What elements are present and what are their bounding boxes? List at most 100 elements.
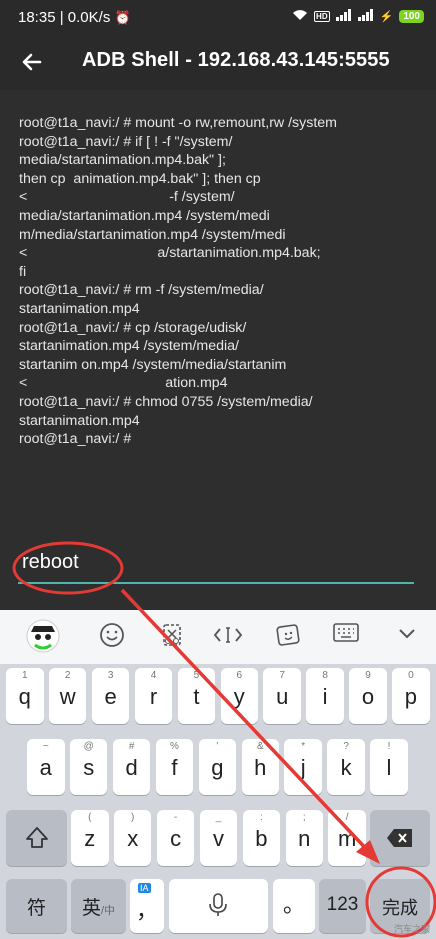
back-arrow-icon[interactable] (20, 50, 46, 74)
key-c[interactable]: -c (156, 810, 195, 866)
key-label: b (255, 826, 268, 851)
key-h[interactable]: & h (241, 739, 280, 795)
key-z[interactable]: (z (71, 810, 109, 866)
key-n[interactable]: ; n (285, 810, 324, 866)
key-label: s (83, 755, 95, 780)
key-label: n (298, 826, 311, 851)
key-hint: ' (216, 741, 219, 752)
key-hint: _ (215, 812, 222, 823)
key-hint: 1 (22, 670, 28, 681)
key-hint: 4 (150, 670, 157, 681)
network-speed: 0.0K/s (67, 9, 111, 26)
key-d[interactable]: # d (112, 739, 151, 795)
terminal-panel: root@t1a_navi:/ # mount -o rw,remount,rw… (0, 90, 436, 610)
collapse-keyboard-icon[interactable] (392, 622, 422, 652)
key-label: k (340, 755, 352, 780)
key-label: o (361, 684, 375, 709)
key-hint: / (345, 812, 349, 823)
key-label: w (59, 684, 76, 709)
avatar-sticker-icon[interactable] (25, 618, 61, 654)
key-hint: 3 (107, 670, 114, 681)
app-bar: ADB Shell - 192.168.43.145:5555 (0, 34, 436, 90)
status-time: 18:35 (18, 9, 56, 26)
period-key[interactable]: 。 (273, 879, 315, 933)
key-hint: ) (131, 812, 135, 823)
watermark: 汽车之家 (393, 924, 430, 934)
space-voice-key[interactable] (169, 879, 268, 933)
key-s[interactable]: @ s (69, 739, 108, 795)
key-g[interactable]: ' g (198, 739, 237, 795)
key-hint: 0 (408, 670, 414, 681)
page-title: ADB Shell - 192.168.43.145:5555 (82, 49, 390, 71)
numbers-key[interactable]: 123 (319, 879, 366, 933)
key-label: j (300, 755, 306, 780)
key-k[interactable]: ? k (327, 739, 365, 795)
signal-2-icon (357, 9, 374, 24)
shift-key[interactable] (6, 810, 67, 866)
key-y[interactable]: 6y (220, 668, 259, 724)
key-a[interactable]: ~ a (27, 739, 65, 795)
shift-icon (24, 825, 50, 856)
microphone-icon (207, 892, 229, 923)
key-label: e (104, 684, 117, 709)
key-hint: & (256, 741, 264, 752)
signal-icon (335, 9, 352, 24)
key-l[interactable]: ! l (370, 739, 408, 795)
key-label: l (386, 755, 392, 780)
command-input[interactable] (22, 551, 402, 574)
hd-icon: HD (314, 11, 330, 22)
alarm-icon: ⏰ (114, 10, 131, 25)
key-hint: 6 (236, 670, 243, 681)
key-i[interactable]: 8i (306, 668, 344, 724)
key-label: d (125, 755, 138, 780)
key-label: c (170, 826, 182, 851)
key-hint: % (170, 741, 179, 752)
key-j[interactable]: * j (284, 739, 322, 795)
key-b[interactable]: :b (242, 810, 281, 866)
key-m[interactable]: / m (328, 810, 366, 866)
comma-key[interactable]: IA ， (130, 879, 164, 933)
soft-keyboard: 1 q 2 w 3 e 4 r 5 t 6 y 7 u 8 i 9 o 0 p ~ a @ s # d% f ' g & h * j? k! l(z… (0, 610, 436, 939)
key-v[interactable]: _ v (199, 810, 238, 866)
key-hint: # (128, 741, 135, 752)
key-hint: 2 (64, 670, 71, 681)
key-hint: ? (343, 741, 349, 752)
key-p[interactable]: 0p (392, 668, 430, 724)
key-label: t (193, 684, 200, 709)
key-f[interactable]: % f (155, 739, 194, 795)
cursor-move-icon[interactable] (213, 622, 243, 652)
key-t[interactable]: 5t (177, 668, 216, 724)
key-label: m (338, 826, 357, 851)
charging-icon: ⚡ (379, 11, 394, 23)
key-label: f (171, 755, 178, 780)
backspace-key[interactable] (370, 810, 430, 866)
symbol-key[interactable]: 符 (6, 879, 67, 933)
key-e[interactable]: 3e (91, 668, 130, 724)
keyboard-toolbar (0, 610, 436, 664)
key-label: v (212, 826, 224, 851)
key-hint: @ (83, 741, 94, 752)
key-label: i (322, 684, 328, 709)
key-x[interactable]: ) x (113, 810, 152, 866)
key-hint: 9 (365, 670, 371, 681)
language-switch-key[interactable]: 英/中 (71, 879, 126, 933)
key-q[interactable]: 1q (6, 668, 44, 724)
sticker-icon[interactable] (274, 622, 304, 652)
key-r[interactable]: 4r (134, 668, 173, 724)
backspace-icon (385, 827, 415, 854)
key-o[interactable]: 9o (349, 668, 387, 724)
key-hint: * (301, 741, 306, 752)
key-label: u (276, 684, 289, 709)
status-bar: 18:35 | 0.0K/s ⏰ HD ⚡ 100 (0, 0, 436, 34)
key-label: p (404, 684, 418, 709)
key-label: y (233, 684, 245, 709)
emoji-icon[interactable] (97, 622, 127, 652)
keyboard-layout-icon[interactable] (331, 622, 361, 652)
key-label: g (211, 755, 224, 780)
key-u[interactable]: 7u (263, 668, 301, 724)
key-label: x (127, 826, 139, 851)
clipboard-cut-icon[interactable] (157, 622, 187, 652)
key-w[interactable]: 2w (48, 668, 87, 724)
key-hint: 7 (279, 670, 285, 681)
key-hint: 8 (322, 670, 328, 681)
